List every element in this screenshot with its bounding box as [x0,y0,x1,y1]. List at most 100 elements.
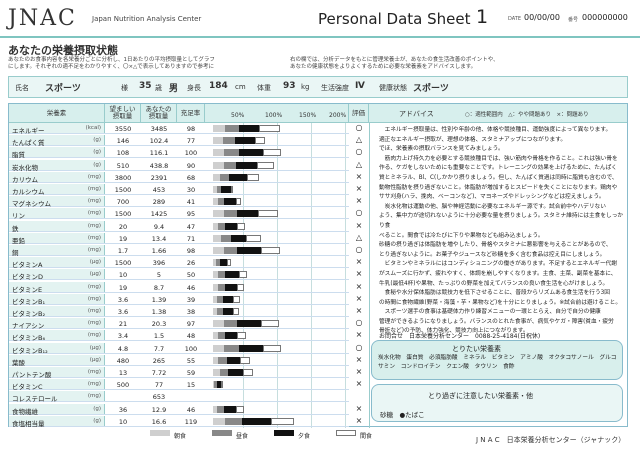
bar-segment-snack [237,222,245,230]
bar-segment-dinner [226,356,241,364]
eval-mark: × [355,330,363,340]
nutrient-row: ビタミンE (mg) 19 8.7 46 [9,281,349,294]
ratio-value: 41 [186,198,196,207]
nutrient-name: 食物繊維 [12,407,38,416]
nutrient-row: リン (mg) 1500 1425 95 [9,208,349,220]
meal-bar [205,257,349,267]
nutrient-cell: 炭水化物 (g) [9,159,105,172]
nutrient-row: 亜鉛 (mg) 19 13.4 71 [9,232,349,245]
nutrient-name: ビタミンD [12,273,44,282]
bar-segment-breakfast [213,210,224,218]
nutrient-cell: エネルギー (kcal) [9,123,105,135]
actual-value: 9.4 [153,222,165,231]
ratio-value: 26 [186,259,196,268]
nutrient-name: 脂質 [12,151,25,160]
advice-line: でほ、栄養素の摂取バランスを見てみましょう。 [379,146,504,153]
meal-bar [205,318,349,328]
recommended-value: 19 [118,234,128,243]
bar-segment-lunch [222,137,235,145]
nutrient-unit: (mg) [87,234,101,241]
ratio-value: 30 [186,186,196,194]
scale-100: 100% [265,112,283,119]
recommended-value: 19 [118,283,128,292]
nutrient-cell: コレステロール (mg) [9,391,105,404]
advice-line: 適正なエネルギー摂取が、理想の体格、スタミナアップにつながります。 [379,136,567,143]
meal-bar [205,391,349,401]
bar-segment-snack [240,356,251,364]
nutrient-name: 亜鉛 [12,236,25,245]
bar-segment-lunch [221,234,231,242]
nutrient-row: パントテン酸 (mg) 13 7.72 59 [9,367,349,379]
bar-segment-breakfast [213,344,224,352]
header-eval: 評価 [349,104,369,123]
meal-bar [205,343,349,353]
ratio-value: 59 [186,369,196,377]
meal-bar [205,269,349,279]
header-divider [0,36,640,38]
bar-segment-snack [263,149,281,157]
meal-bar [205,135,349,145]
height-value: 184 [209,81,228,91]
bar-segment-snack [245,234,262,242]
bar-segment-dinner [225,283,238,291]
eval-mark: × [355,196,363,206]
recommended-box: とりたい栄養素 炭水化物 蛋白質 必須脂肪酸 ミネラル ビタミン アミノ酸 オク… [371,340,623,380]
meal-bar [205,379,349,389]
nutrient-cell: たんぱく質 (g) [9,135,105,147]
nutrient-unit: (μg) [89,271,101,278]
recommended-value: 1500 [114,210,132,219]
nutrient-row: ビタミンD (μg) 10 5 50 [9,269,349,282]
bar-segment-snack [247,173,260,181]
advice-line: べること。間食では冷たびに下りや果物なども組み込ましょう。 [379,232,544,239]
bar-segment-breakfast [213,137,223,145]
honorific: 様 [121,84,128,92]
advice-title: アドバイス [399,110,434,118]
meal-bar [205,416,349,426]
ratio-value: 50 [186,271,196,280]
recommended-value: 108 [116,149,130,158]
bar-segment-snack [256,161,275,169]
sheet-title: Personal Data Sheet [318,10,471,28]
recommended-value: 500 [116,381,130,390]
bar-segment-dinner [238,344,264,352]
nutrient-name: パントテン酸 [12,371,52,379]
advice-line: 動物性脂肪を摂り過ぎないこと。体脂肪が増加するとスピードを失くことになります。鶏… [379,184,618,191]
contact-info: お問合せ 日本栄養分析センター 0088-25-4184(日祝休) [379,333,541,340]
ratio-value: 77 [186,137,196,146]
actual-value: 5 [156,271,162,280]
nutrient-row: ビタミンB₁₂ (μg) 4.8 7.7 100 [9,342,349,355]
nutrient-cell: マグネシウム (mg) [9,196,105,208]
nutrient-unit: (mg) [87,320,101,327]
bar-segment-breakfast [213,173,220,181]
bar-segment-lunch [218,222,226,230]
nutrient-cell: 脂質 (g) [9,147,105,160]
advice-line: ビタミンやミネラルにはコンディショニングの働きがあります。不足するとエネルギー代… [379,261,617,268]
advice-line: 牛乳(最低4杯)や果物、たっぷりの野菜を加えてバランスの良い食生活を心がけましょ… [379,280,609,287]
bar-segment-lunch [218,356,227,364]
nutrient-name: コレステロール [12,395,58,404]
bar-segment-dinner [237,210,258,218]
age-value: 35 [139,81,152,91]
nutrient-unit: (mg) [87,222,101,229]
bar-segment-snack [263,344,281,352]
bar-segment-snack [237,283,245,291]
nutrient-unit: (mg) [87,210,101,217]
actual-value: 77 [154,381,164,390]
nutrient-unit: (g) [93,405,101,412]
nutrient-name: ビタミンB₂ [12,310,46,318]
advice-line: スポーツ選手の食事は基礎体力作り練習メニューの一環ととらえ、自分で自分の健康 [379,309,601,316]
legend-swatch-snack [336,430,356,436]
nutrient-cell: 亜鉛 (mg) [9,232,105,245]
age-unit: 歳 [155,84,162,92]
nutrient-row: ビタミンB₆ (mg) 3.4 1.5 48 [9,330,349,342]
eval-mark: × [355,281,363,291]
nutrient-name: ビタミンE [12,285,43,294]
bar-segment-lunch [225,125,239,132]
nutrient-cell: ビタミンD (μg) [9,269,105,282]
nutrient-name: ビタミンB₁ [12,297,46,306]
ratio-value: 47 [186,222,196,231]
bar-segment-snack [230,186,234,193]
weight-value: 93 [283,81,296,91]
activity-label: 生活強度 [321,84,349,92]
nutrient-unit: (μg) [89,344,101,351]
